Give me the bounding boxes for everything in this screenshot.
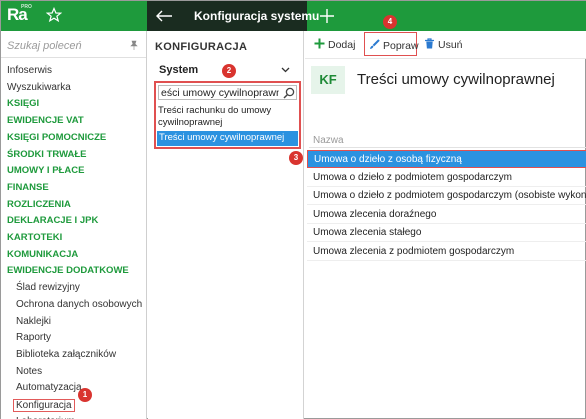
- edit-button[interactable]: Popraw: [364, 32, 419, 56]
- step-marker-4: 4: [383, 15, 397, 29]
- nav-item[interactable]: Ślad rewizyjny: [16, 282, 80, 293]
- chevron-down-icon[interactable]: [281, 67, 290, 73]
- step-marker-3: 3: [289, 151, 303, 165]
- back-arrow-icon[interactable]: [155, 9, 173, 23]
- delete-button-label: Usuń: [438, 39, 463, 51]
- nav-item[interactable]: Wyszukiwarka: [7, 82, 71, 93]
- search-placeholder: Szukaj poleceń: [7, 40, 82, 52]
- config-panel-title: KONFIGURACJA: [155, 41, 248, 53]
- new-tab-plus-icon[interactable]: [319, 8, 335, 24]
- search-icon[interactable]: [283, 87, 295, 99]
- nav-item[interactable]: Notes: [16, 366, 42, 377]
- dropdown-search-value: eści umowy cywilnoprawnej: [161, 87, 279, 99]
- pin-icon[interactable]: [129, 40, 139, 50]
- dropdown-search-input[interactable]: eści umowy cywilnoprawnej: [158, 85, 297, 100]
- config-dropdown: eści umowy cywilnoprawnej Treści rachunk…: [154, 81, 301, 149]
- trash-icon: [425, 38, 434, 49]
- nav-item[interactable]: KOMUNIKACJA: [7, 249, 78, 260]
- nav-item[interactable]: Biblioteka załączników: [16, 349, 116, 360]
- star-icon[interactable]: [46, 7, 62, 23]
- brush-icon: [370, 39, 380, 49]
- nav-item[interactable]: EWIDENCJE DODATKOWE: [7, 265, 129, 276]
- nav-item[interactable]: Automatyzacja: [16, 382, 82, 393]
- table-row[interactable]: Umowa zlecenia z podmiotem gospodarczym: [307, 243, 586, 261]
- nav-item[interactable]: Naklejki: [16, 316, 51, 327]
- left-navigation: Szukaj poleceń Infoserwis Wyszukiwarka KSI…: [1, 31, 147, 419]
- logo-badge: PRO: [21, 4, 32, 10]
- toolbar: Dodaj Popraw Usuń: [305, 31, 586, 59]
- app-logo[interactable]: Ra PRO: [1, 1, 35, 31]
- add-button-label: Dodaj: [328, 39, 356, 51]
- nav-item[interactable]: FINANSE: [7, 182, 49, 193]
- config-panel: KONFIGURACJA System eści umowy cywilnopr…: [148, 31, 304, 419]
- column-header-nazwa[interactable]: Nazwa: [313, 135, 344, 146]
- window-title: Konfiguracja systemu: [194, 9, 320, 23]
- nav-item[interactable]: ŚRODKI TRWAŁE: [7, 149, 87, 160]
- table-row[interactable]: Umowa o dzieło z podmiotem gospodarczym: [307, 169, 586, 187]
- table-row[interactable]: Umowa o dzieło z osobą fizyczną: [307, 150, 586, 168]
- step-marker-2: 2: [222, 64, 236, 78]
- nav-item[interactable]: Raporty: [16, 332, 51, 343]
- nav-item[interactable]: DEKLARACJE I JPK: [7, 215, 98, 226]
- app-window: Ra PRO Konfiguracja systemu Szukaj polec…: [0, 0, 586, 419]
- nav-item[interactable]: UMOWY I PŁACE: [7, 165, 84, 176]
- nav-item[interactable]: KSIĘGI: [7, 98, 39, 109]
- nav-item[interactable]: Infoserwis: [7, 65, 52, 76]
- command-search-input[interactable]: Szukaj poleceń: [1, 31, 146, 58]
- step-marker-1: 1: [78, 388, 92, 402]
- edit-button-label: Popraw: [383, 40, 419, 52]
- plus-icon: [314, 38, 325, 49]
- add-button[interactable]: Dodaj: [314, 38, 355, 54]
- nav-item[interactable]: Konfiguracja: [13, 399, 75, 412]
- table-row[interactable]: Umowa o dzieło z podmiotem gospodarczym …: [307, 187, 586, 205]
- delete-button[interactable]: Usuń: [424, 38, 463, 54]
- nav-item[interactable]: KARTOTEKI: [7, 232, 62, 243]
- nav-item[interactable]: KSIĘGI POMOCNICZE: [7, 132, 106, 143]
- module-badge: KF: [311, 66, 345, 94]
- nav-item[interactable]: ROZLICZENIA: [7, 199, 71, 210]
- dropdown-option-rachunek[interactable]: Treści rachunku do umowy cywilnoprawnej: [158, 105, 297, 129]
- table-row[interactable]: Umowa zlecenia doraźnego: [307, 206, 586, 224]
- table-row[interactable]: Umowa zlecenia stałego: [307, 224, 586, 242]
- header-divider: [309, 147, 586, 148]
- nav-item[interactable]: EWIDENCJE VAT: [7, 115, 84, 126]
- page-title: Treści umowy cywilnoprawnej: [357, 71, 555, 88]
- dropdown-option-umowa[interactable]: Treści umowy cywilnoprawnej: [157, 131, 298, 146]
- section-combo-value: System: [159, 64, 199, 76]
- nav-item[interactable]: Ochrona danych osobowych: [16, 299, 142, 310]
